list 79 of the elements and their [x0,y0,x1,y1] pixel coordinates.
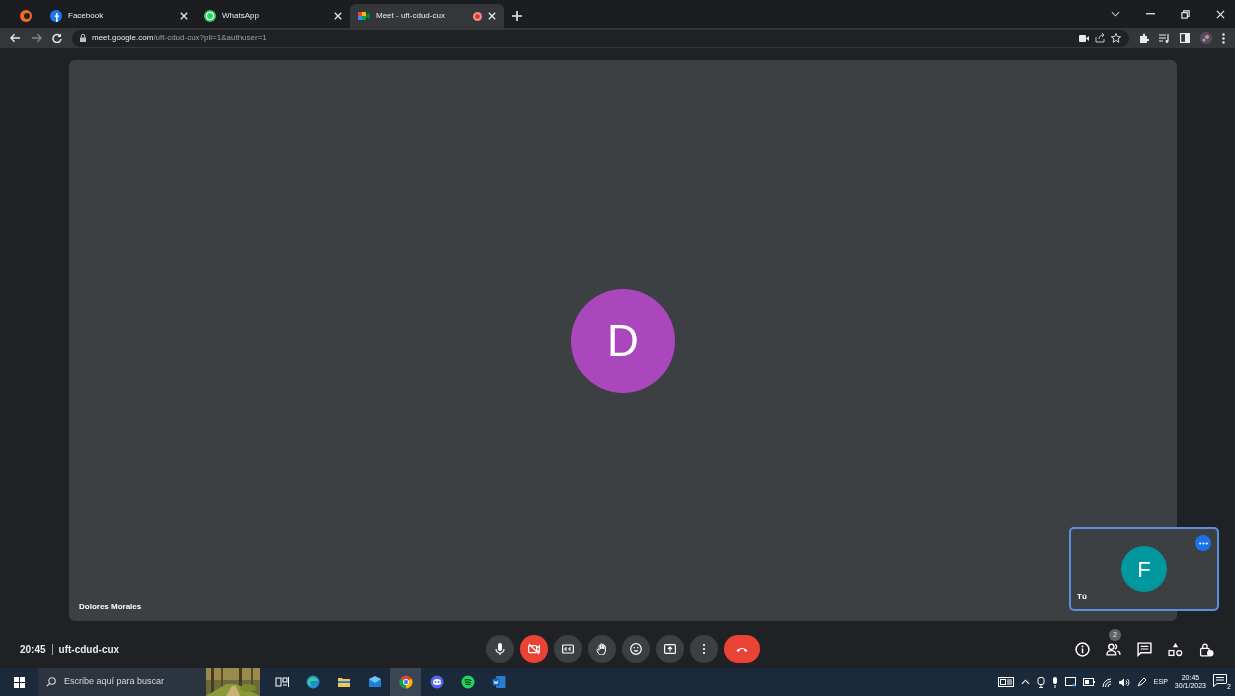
self-name: Tú [1077,591,1087,603]
profile-avatar-icon[interactable] [1200,32,1212,44]
address-bar[interactable]: meet.google.com/uft-cdud-cux?pli=1&authuser=1 [72,29,1129,47]
chevron-down-icon[interactable] [1111,11,1120,17]
game-controller-icon [429,675,444,689]
chat-bubble-icon [204,10,216,22]
reload-icon[interactable] [52,33,62,43]
more-options-button[interactable] [1195,535,1211,551]
swirl-logo-icon [305,675,320,689]
close-icon[interactable] [180,12,188,20]
leave-call-button[interactable] [724,635,760,663]
wifi-icon[interactable] [1101,677,1112,687]
task-view-icon [274,675,289,689]
document-logo-icon [491,675,506,689]
participant-name: Dolores Morales [79,601,142,613]
browser-tab[interactable]: WhatsApp [196,4,350,28]
mic-icon [494,643,506,655]
info-button[interactable] [1073,640,1091,658]
share-icon[interactable] [1095,33,1105,43]
menu-icon[interactable] [1222,32,1225,44]
sound-waves-icon [460,675,475,689]
chat-button[interactable] [1135,640,1153,658]
browser-tab[interactable]: Meet - uft-cdud-cux [350,4,504,28]
minimize-icon[interactable] [1146,13,1155,15]
chevron-up-icon[interactable] [1020,679,1030,685]
hand-icon [596,643,608,655]
screen-icon[interactable] [1064,677,1076,687]
close-icon[interactable] [334,12,342,20]
camera-icon[interactable] [1079,34,1089,42]
camera-button[interactable] [520,635,548,663]
search-icon [46,677,56,687]
self-avatar: F [1121,546,1167,592]
smiley-icon [630,643,642,655]
side-panel-icon[interactable] [1180,33,1190,43]
f-logo-icon [50,10,62,22]
browser-tab[interactable]: Facebook [42,4,196,28]
browser-logo-icon [398,675,413,689]
microphone-icon[interactable] [1051,676,1058,688]
notifications-icon[interactable] [1213,674,1227,687]
captions-icon [562,643,574,655]
camera-logo-icon [358,10,370,22]
lock-person-icon [1198,641,1214,657]
people-icon [1105,641,1121,657]
meeting-time: 20:45 [20,642,46,657]
meeting-code: uft-cdud-cux [58,642,120,657]
back-icon[interactable] [10,33,21,43]
mail-icon [367,675,382,689]
info-icon [1074,641,1090,657]
emoji-button[interactable] [622,635,650,663]
shapes-icon [1167,641,1183,657]
url-text: meet.google.com/uft-cdud-cux?pli=1&authuser=1 [92,32,267,44]
close-icon[interactable] [1216,9,1225,19]
news-widget-icon[interactable] [997,677,1014,687]
new-tab-icon[interactable] [512,11,522,21]
restore-icon[interactable] [1181,9,1190,19]
battery-icon[interactable] [1082,678,1095,686]
more-icon [1198,541,1208,545]
chat-icon [1136,641,1152,657]
search-field[interactable]: Escribe aquí para buscar [38,668,260,696]
present-button[interactable] [656,635,684,663]
windows-icon [13,676,25,688]
participant-avatar: D [571,288,675,393]
hand-button[interactable] [588,635,616,663]
playlist-icon[interactable] [1159,33,1170,43]
activities-button[interactable] [1166,640,1184,658]
flame-icon[interactable] [20,10,32,22]
close-icon[interactable] [488,12,496,20]
lock-icon [80,34,86,42]
puzzle-icon[interactable] [1139,33,1149,43]
captions-button[interactable] [554,635,582,663]
folder-icon [336,675,351,689]
present-icon [664,643,676,655]
volume-icon[interactable] [1118,677,1130,687]
camera-off-icon [528,643,540,655]
star-icon[interactable] [1111,33,1121,43]
webcam-icon[interactable] [1036,676,1045,688]
pen-icon[interactable] [1136,677,1147,687]
mic-button[interactable] [486,635,514,663]
forward-icon [31,33,42,43]
